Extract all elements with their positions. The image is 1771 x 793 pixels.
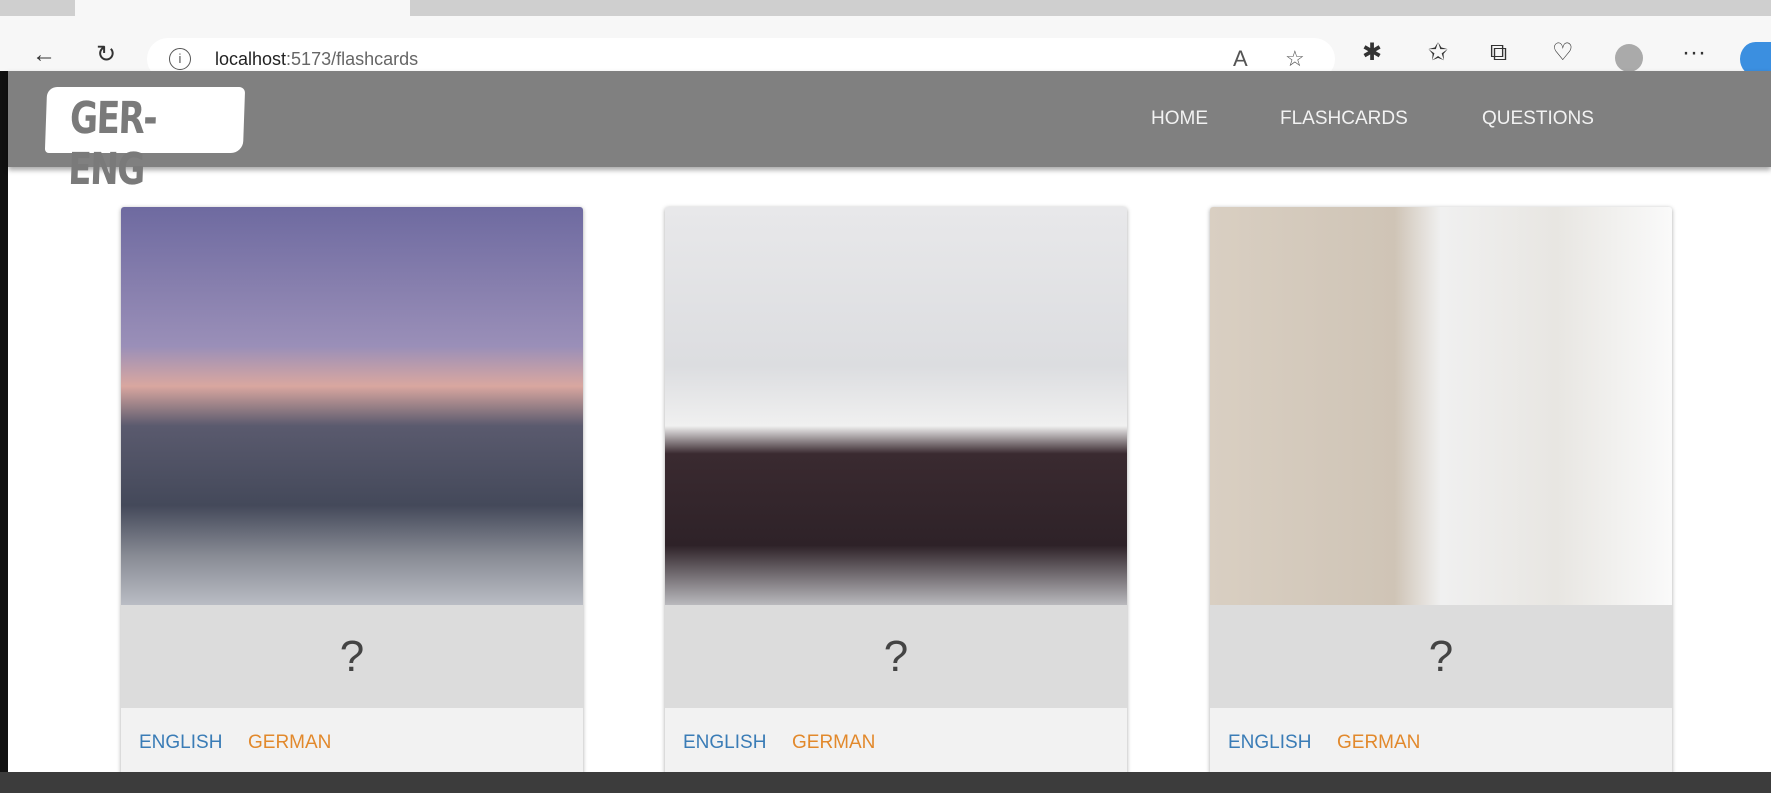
card-answer: ? [1210, 605, 1672, 708]
flashcard[interactable]: ? ENGLISH GERMAN [1210, 207, 1672, 775]
card-image-bathroom [1210, 207, 1672, 605]
flashcard[interactable]: ? ENGLISH GERMAN [665, 207, 1127, 775]
info-icon[interactable]: i [169, 48, 191, 70]
card-image-bedroom [665, 207, 1127, 605]
english-button[interactable]: ENGLISH [683, 732, 766, 754]
favorites-icon[interactable]: ✩ [1428, 38, 1448, 68]
favorite-star-icon[interactable]: ☆ [1285, 46, 1305, 72]
flashcard[interactable]: ? ENGLISH GERMAN [121, 207, 583, 775]
profile-avatar[interactable] [1615, 44, 1643, 72]
nav-questions[interactable]: QUESTIONS [1482, 108, 1594, 130]
card-answer: ? [665, 605, 1127, 708]
german-button[interactable]: GERMAN [792, 732, 875, 754]
card-image-house [121, 207, 583, 605]
nav-home[interactable]: HOME [1151, 108, 1208, 130]
german-button[interactable]: GERMAN [1337, 732, 1420, 754]
logo[interactable]: GER-ENG [44, 87, 246, 195]
back-icon[interactable]: ← [32, 40, 56, 70]
browser-tab[interactable] [75, 0, 410, 16]
url-path: :5173/flashcards [286, 49, 419, 69]
card-answer: ? [121, 605, 583, 708]
collections-icon[interactable]: ⧉ [1490, 38, 1507, 68]
english-button[interactable]: ENGLISH [1228, 732, 1311, 754]
logo-text: GER-ENG [67, 93, 157, 195]
more-icon[interactable]: ··· [1682, 38, 1706, 68]
taskbar [0, 772, 1771, 793]
english-button[interactable]: ENGLISH [139, 732, 222, 754]
read-aloud-icon[interactable]: A [1233, 46, 1248, 72]
refresh-icon[interactable]: ↻ [96, 40, 116, 70]
window-edge [0, 71, 8, 772]
browser-toolbar: ← ↻ i localhost:5173/flashcards A ☆ ✱ ✩ … [0, 16, 1771, 80]
extensions-icon[interactable]: ✱ [1362, 38, 1382, 68]
url-host: localhost [215, 49, 287, 69]
site-navbar: GER-ENG HOME FLASHCARDS QUESTIONS [8, 71, 1771, 195]
browser-essentials-icon[interactable]: ♡ [1552, 38, 1574, 68]
nav-flashcards[interactable]: FLASHCARDS [1280, 108, 1408, 130]
german-button[interactable]: GERMAN [248, 732, 331, 754]
browser-tab-strip [0, 0, 1771, 16]
